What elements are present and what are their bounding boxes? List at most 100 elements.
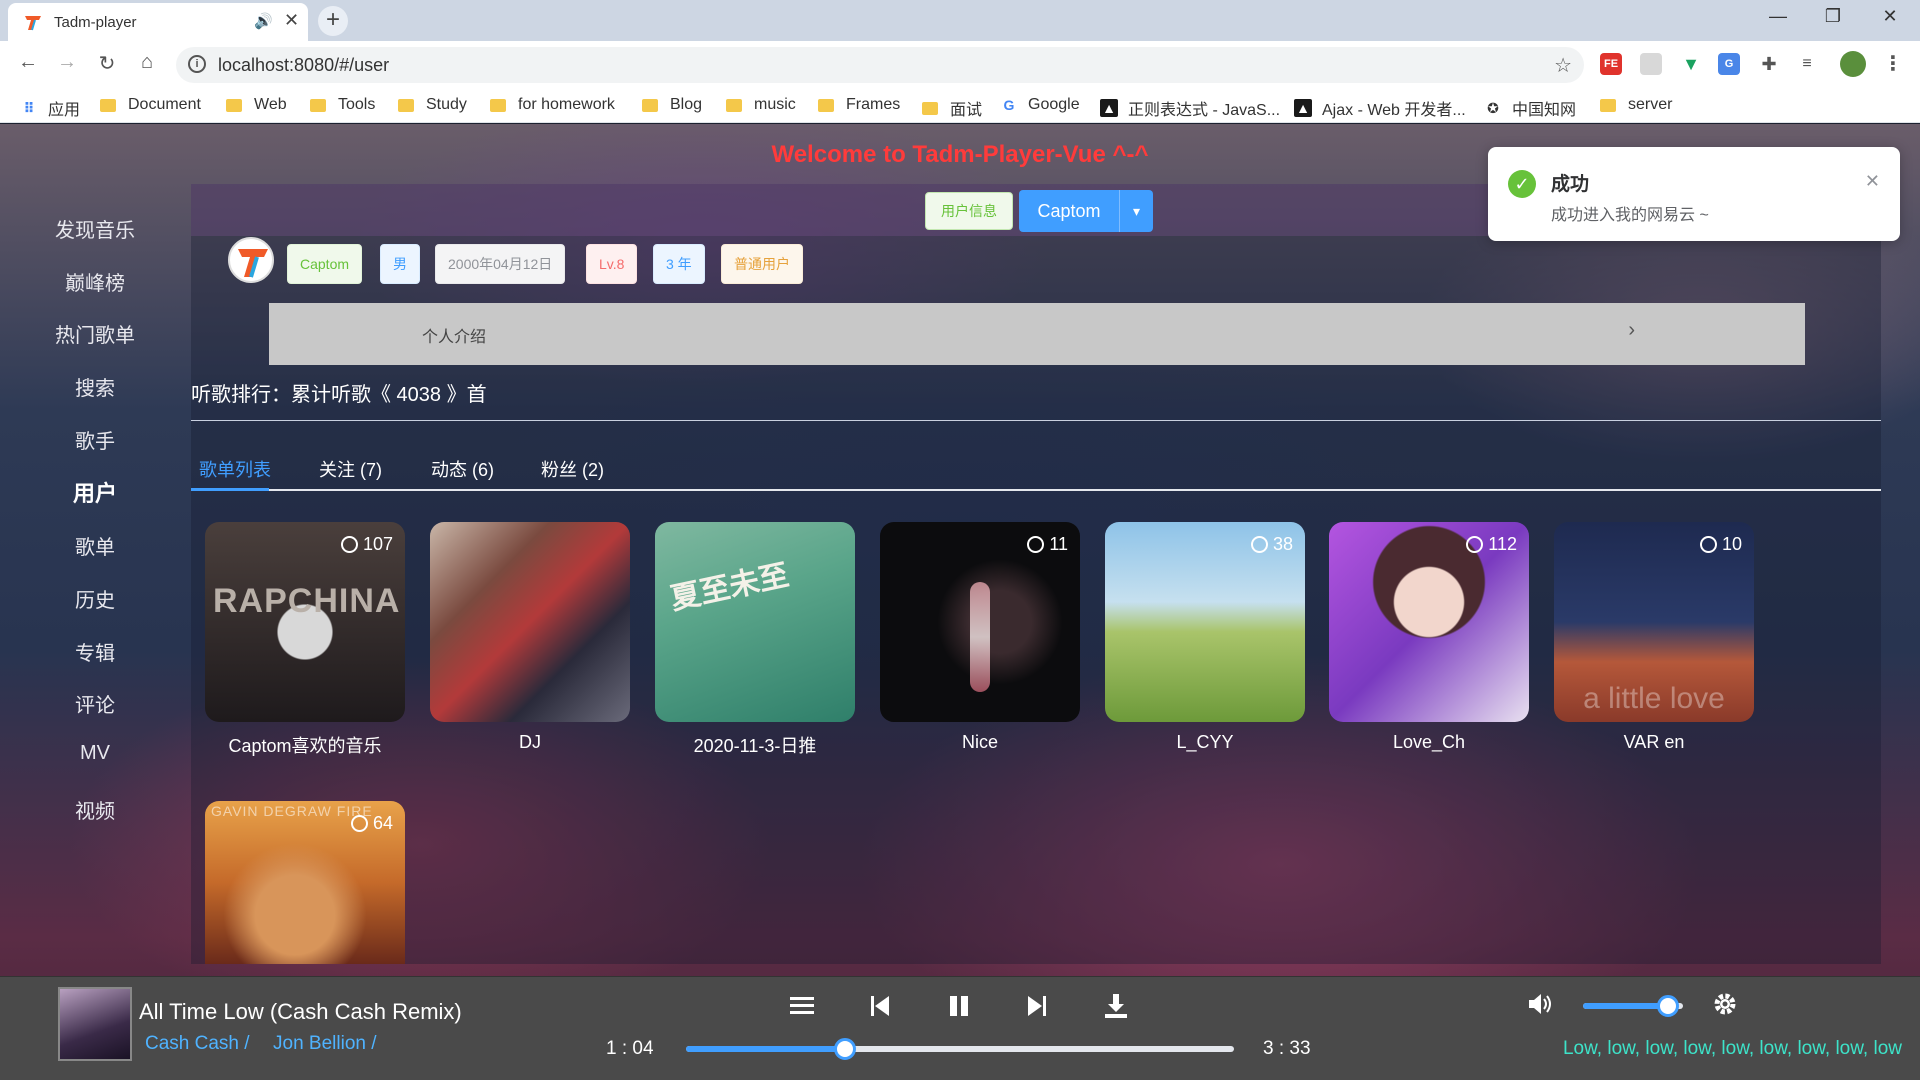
- user-icon: [1466, 536, 1484, 553]
- pause-icon[interactable]: [944, 991, 974, 1021]
- bookmark-folder[interactable]: server: [1600, 96, 1672, 114]
- bookmark-folder[interactable]: Study: [398, 96, 467, 114]
- volume-icon[interactable]: [1525, 989, 1555, 1019]
- sidebar-item-user[interactable]: 用户: [0, 476, 190, 508]
- notification-message: 成功进入我的网易云 ~: [1551, 207, 1709, 224]
- tab-fans[interactable]: 粉丝 (2): [541, 456, 604, 482]
- playlist-cover[interactable]: [430, 522, 630, 722]
- user-icon: [350, 815, 368, 832]
- bookmark-folder[interactable]: Tools: [310, 96, 375, 114]
- tab-playlists[interactable]: 歌单列表: [199, 456, 271, 482]
- playlist-cover[interactable]: 112: [1329, 522, 1529, 722]
- vue-devtools-icon[interactable]: ▼: [1680, 53, 1702, 75]
- extension-icon[interactable]: [1640, 53, 1662, 75]
- address-url[interactable]: localhost:8080/#/user: [218, 55, 389, 76]
- sidebar-item-videos[interactable]: 视频: [0, 795, 190, 824]
- sidebar-item-singers[interactable]: 歌手: [0, 425, 190, 454]
- translate-icon[interactable]: G: [1718, 53, 1740, 75]
- site-info-icon[interactable]: i: [188, 55, 206, 73]
- download-icon[interactable]: [1101, 991, 1131, 1021]
- minimize-icon[interactable]: —: [1758, 6, 1798, 27]
- intro-collapse[interactable]: 个人介绍 ›: [269, 303, 1805, 365]
- tab-events[interactable]: 动态 (6): [431, 456, 494, 482]
- tab-following[interactable]: 关注 (7): [319, 456, 382, 482]
- reload-icon[interactable]: ↻: [93, 51, 121, 76]
- address-bar[interactable]: i localhost:8080/#/user ☆: [176, 47, 1584, 83]
- folder-icon: [490, 98, 506, 112]
- user-info-button[interactable]: 用户信息: [925, 192, 1013, 230]
- browser-tab[interactable]: Tadm-player 🔊 ✕: [8, 3, 308, 41]
- folder-icon: [226, 98, 242, 112]
- bookmark-star-icon[interactable]: ☆: [1554, 53, 1572, 78]
- artist-link[interactable]: Cash Cash /: [145, 1033, 250, 1055]
- playlist-cover[interactable]: 11: [880, 522, 1080, 722]
- sidebar-item-charts[interactable]: 巅峰榜: [0, 267, 190, 296]
- playlist-cover[interactable]: 38: [1105, 522, 1305, 722]
- sidebar-item-playlist[interactable]: 歌单: [0, 531, 190, 560]
- tag-level: Lv.8: [586, 244, 638, 284]
- now-playing-cover[interactable]: [58, 987, 132, 1061]
- bookmark-google[interactable]: G Google: [1000, 96, 1080, 114]
- previous-track-icon[interactable]: [865, 991, 895, 1021]
- settings-gear-icon[interactable]: [1710, 989, 1740, 1019]
- menu-dots-icon[interactable]: ⋮: [1882, 53, 1904, 75]
- bookmark-apps[interactable]: ⠿ 应用: [20, 96, 80, 120]
- sidebar-item-search[interactable]: 搜索: [0, 372, 190, 401]
- playlist-cover[interactable]: a little love 10: [1554, 522, 1754, 722]
- user-main-panel: 用户信息 Captom ▾ Captom 男 2000年04月12日 Lv.8 …: [191, 184, 1881, 964]
- playlist-menu-icon[interactable]: [787, 991, 817, 1021]
- browser-toolbar: ← → ↻ ⌂ i localhost:8080/#/user ☆ FE ▼ G…: [0, 41, 1920, 87]
- tab-close-icon[interactable]: ✕: [284, 10, 299, 31]
- bookmark-folder[interactable]: music: [726, 96, 796, 114]
- playlist-name[interactable]: 2020-11-3-日推: [635, 732, 875, 758]
- restore-icon[interactable]: ❐: [1813, 6, 1853, 27]
- bookmark-folder[interactable]: Web: [226, 96, 287, 114]
- forward-icon[interactable]: →: [53, 51, 81, 74]
- tab-audio-icon[interactable]: 🔊: [254, 12, 273, 30]
- sidebar-item-hot-playlists[interactable]: 热门歌单: [0, 319, 190, 348]
- playlist-cover[interactable]: 夏至未至: [655, 522, 855, 722]
- media-control-icon[interactable]: ≡: [1796, 53, 1818, 75]
- playlist-name[interactable]: VAR en: [1534, 732, 1774, 753]
- next-track-icon[interactable]: [1022, 991, 1052, 1021]
- artist-link[interactable]: Jon Bellion /: [273, 1033, 377, 1055]
- playlist-name[interactable]: DJ: [410, 732, 650, 753]
- bookmark-folder[interactable]: Frames: [818, 96, 900, 114]
- seek-slider[interactable]: [686, 1038, 1234, 1060]
- fe-extension-icon[interactable]: FE: [1600, 53, 1622, 75]
- playlist-name[interactable]: L_CYY: [1085, 732, 1325, 753]
- seek-handle[interactable]: [833, 1038, 856, 1060]
- bookmark-folder[interactable]: Document: [100, 96, 201, 114]
- playlist-cover[interactable]: RAPCHINA 107: [205, 522, 405, 722]
- bookmark-folder[interactable]: 面试: [922, 96, 982, 120]
- bookmarks-bar: ⠿ 应用 Document Web Tools Study for homewor…: [0, 87, 1920, 123]
- bookmark-regex[interactable]: ▲ 正则表达式 - JavaS...: [1100, 96, 1280, 120]
- playlist-name[interactable]: Nice: [860, 732, 1100, 753]
- profile-avatar[interactable]: [1840, 51, 1866, 77]
- close-window-icon[interactable]: ✕: [1870, 6, 1910, 27]
- sidebar-item-comments[interactable]: 评论: [0, 689, 190, 718]
- sidebar-item-history[interactable]: 历史: [0, 584, 190, 613]
- close-icon[interactable]: ✕: [1865, 171, 1880, 192]
- sidebar-item-mv[interactable]: MV: [0, 742, 190, 765]
- account-button[interactable]: Captom: [1019, 190, 1119, 232]
- volume-handle[interactable]: [1657, 995, 1679, 1017]
- cover-art-text: RAPCHINA: [213, 582, 401, 620]
- bookmark-cnki[interactable]: ✪ 中国知网: [1484, 96, 1576, 120]
- new-tab-button[interactable]: +: [318, 6, 348, 36]
- user-avatar[interactable]: [228, 237, 274, 283]
- home-icon[interactable]: ⌂: [133, 51, 161, 74]
- volume-slider[interactable]: [1583, 995, 1683, 1017]
- volume-level: [1583, 1003, 1668, 1009]
- sidebar-item-albums[interactable]: 专辑: [0, 637, 190, 666]
- sidebar-item-discover[interactable]: 发现音乐: [0, 214, 190, 243]
- bookmark-ajax[interactable]: ▲ Ajax - Web 开发者...: [1294, 96, 1466, 120]
- playlist-name[interactable]: Captom喜欢的音乐: [185, 732, 425, 758]
- bookmark-folder[interactable]: for homework: [490, 96, 615, 114]
- bookmark-folder[interactable]: Blog: [642, 96, 702, 114]
- puzzle-icon[interactable]: ✚: [1758, 53, 1780, 75]
- playlist-cover[interactable]: GAVIN DEGRAW FIRE 64: [205, 801, 405, 964]
- back-icon[interactable]: ←: [14, 51, 42, 74]
- chevron-down-icon[interactable]: ▾: [1119, 190, 1153, 232]
- playlist-name[interactable]: Love_Ch: [1309, 732, 1549, 753]
